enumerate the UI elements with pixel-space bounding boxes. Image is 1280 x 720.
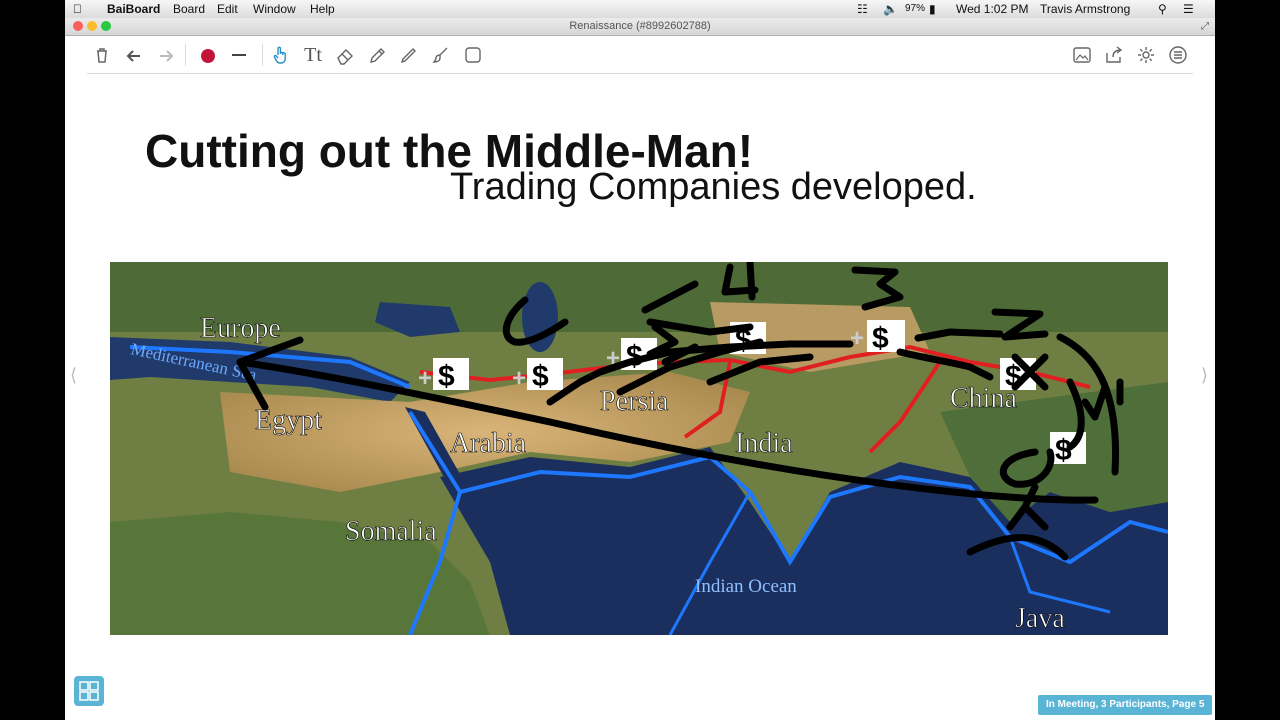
svg-text:+: + [418,365,432,392]
label-europe: Europe [200,313,281,344]
hand-pointer-icon[interactable] [269,44,293,66]
grid-icon [79,681,99,701]
pencil-icon[interactable] [397,44,421,66]
spotlight-icon[interactable]: ⚲ [1158,2,1167,16]
marker-icon[interactable] [365,44,389,66]
label-india: India [735,428,793,459]
label-arabia: Arabia [450,428,527,459]
dollar-badge-5: + $ [850,320,905,355]
wifi-icon[interactable]: ☷ [857,2,868,16]
trash-icon[interactable] [90,44,114,66]
slide-subtitle: Trading Companies developed. [450,166,977,208]
line-width-icon[interactable] [227,44,251,66]
share-icon[interactable] [1102,44,1126,66]
next-page-arrow[interactable]: ⟩ [1201,365,1208,386]
volume-icon[interactable]: 🔈 [883,2,898,16]
svg-text:+: + [850,325,864,352]
app-window:  BaiBoard Board Edit Window Help ☷ 🔈 97… [65,0,1215,720]
menu-bar:  BaiBoard Board Edit Window Help ☷ 🔈 97… [65,0,1215,19]
color-dot-icon[interactable] [196,44,220,66]
toolbar-separator [185,44,186,66]
svg-text:$: $ [438,360,455,393]
shape-icon[interactable] [461,44,485,66]
text-tool-icon[interactable]: Tt [301,44,325,66]
menu-board[interactable]: Board [173,2,205,16]
user-name[interactable]: Travis Armstrong [1040,2,1130,16]
close-window-button[interactable] [73,21,83,31]
label-persia: Persia [600,386,669,417]
redo-icon[interactable] [154,44,178,66]
battery-text: 97% [905,3,926,14]
apple-icon[interactable]:  [73,2,82,16]
notification-icon[interactable]: ☰ [1183,2,1194,16]
menu-window[interactable]: Window [253,2,296,16]
svg-text:$: $ [872,322,889,355]
svg-text:+: + [512,365,526,392]
previous-page-arrow[interactable]: ⟨ [70,365,77,386]
svg-text:$: $ [1055,434,1072,467]
meeting-status-badge[interactable]: In Meeting, 3 Participants, Page 5 [1038,695,1213,715]
trade-route-map: Europe Mediterranean Sea Egypt Arabia Pe… [110,262,1168,635]
page-grid-button[interactable] [74,676,104,706]
toolbar-divider [87,73,1193,74]
label-indian-ocean: Indian Ocean [695,576,797,597]
fullscreen-icon[interactable]: ⤢ [1201,18,1209,35]
clock[interactable]: Wed 1:02 PM [956,2,1028,16]
label-somalia: Somalia [345,516,437,547]
menu-edit[interactable]: Edit [217,2,238,16]
minimize-window-button[interactable] [87,21,97,31]
app-menu[interactable]: BaiBoard [107,2,160,16]
image-icon[interactable] [1070,44,1094,66]
window-title: Renaissance (#8992602788) [569,20,711,32]
title-bar: Renaissance (#8992602788) ⤢ [65,18,1215,36]
svg-text:$: $ [532,360,549,393]
toolbar-separator [262,44,263,66]
undo-icon[interactable] [122,44,146,66]
menu-help[interactable]: Help [310,2,335,16]
label-java: Java [1015,603,1065,634]
zoom-window-button[interactable] [101,21,111,31]
brush-icon[interactable] [429,44,453,66]
menu-icon[interactable] [1166,44,1190,66]
eraser-icon[interactable] [333,44,357,66]
battery-icon[interactable]: ▮ [929,2,936,16]
settings-icon[interactable] [1134,44,1158,66]
